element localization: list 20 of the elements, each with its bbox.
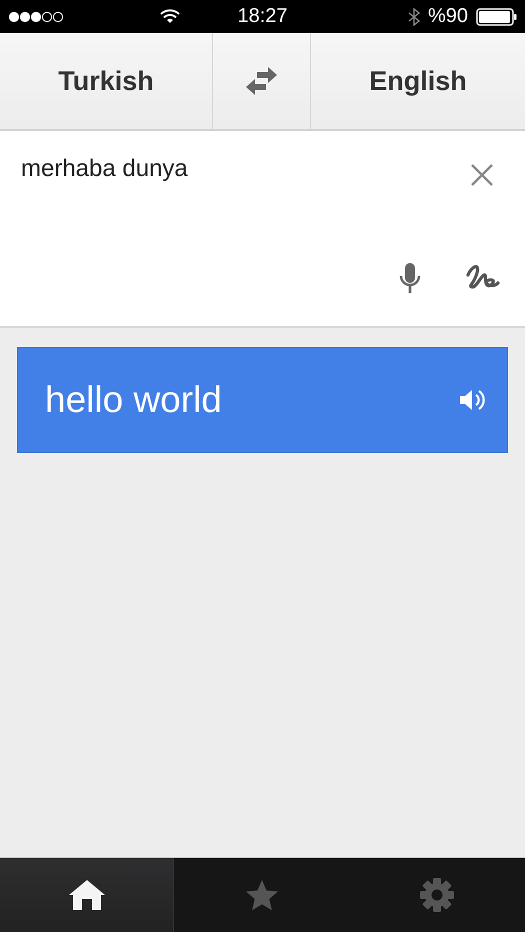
wifi-icon xyxy=(160,9,180,24)
bluetooth-icon xyxy=(408,8,420,26)
input-text[interactable]: merhaba dunya xyxy=(21,155,188,183)
speak-button[interactable] xyxy=(459,388,485,412)
signal-icon xyxy=(8,10,64,22)
translation-text: hello world xyxy=(45,379,222,421)
battery-icon xyxy=(476,8,517,26)
source-language-button[interactable]: Turkish xyxy=(0,33,212,129)
star-icon xyxy=(244,879,279,911)
target-language-button[interactable]: English xyxy=(311,33,525,129)
home-icon xyxy=(68,879,106,911)
settings-icon xyxy=(420,878,454,912)
battery-percent: %90 xyxy=(428,5,468,28)
swap-arrows-icon xyxy=(245,66,278,96)
close-icon xyxy=(470,163,494,187)
microphone-icon xyxy=(398,262,422,294)
home-tab[interactable] xyxy=(0,858,174,932)
clock-time: 18:27 xyxy=(237,5,288,28)
speaker-icon xyxy=(459,388,485,412)
swap-languages-button[interactable] xyxy=(212,33,311,129)
